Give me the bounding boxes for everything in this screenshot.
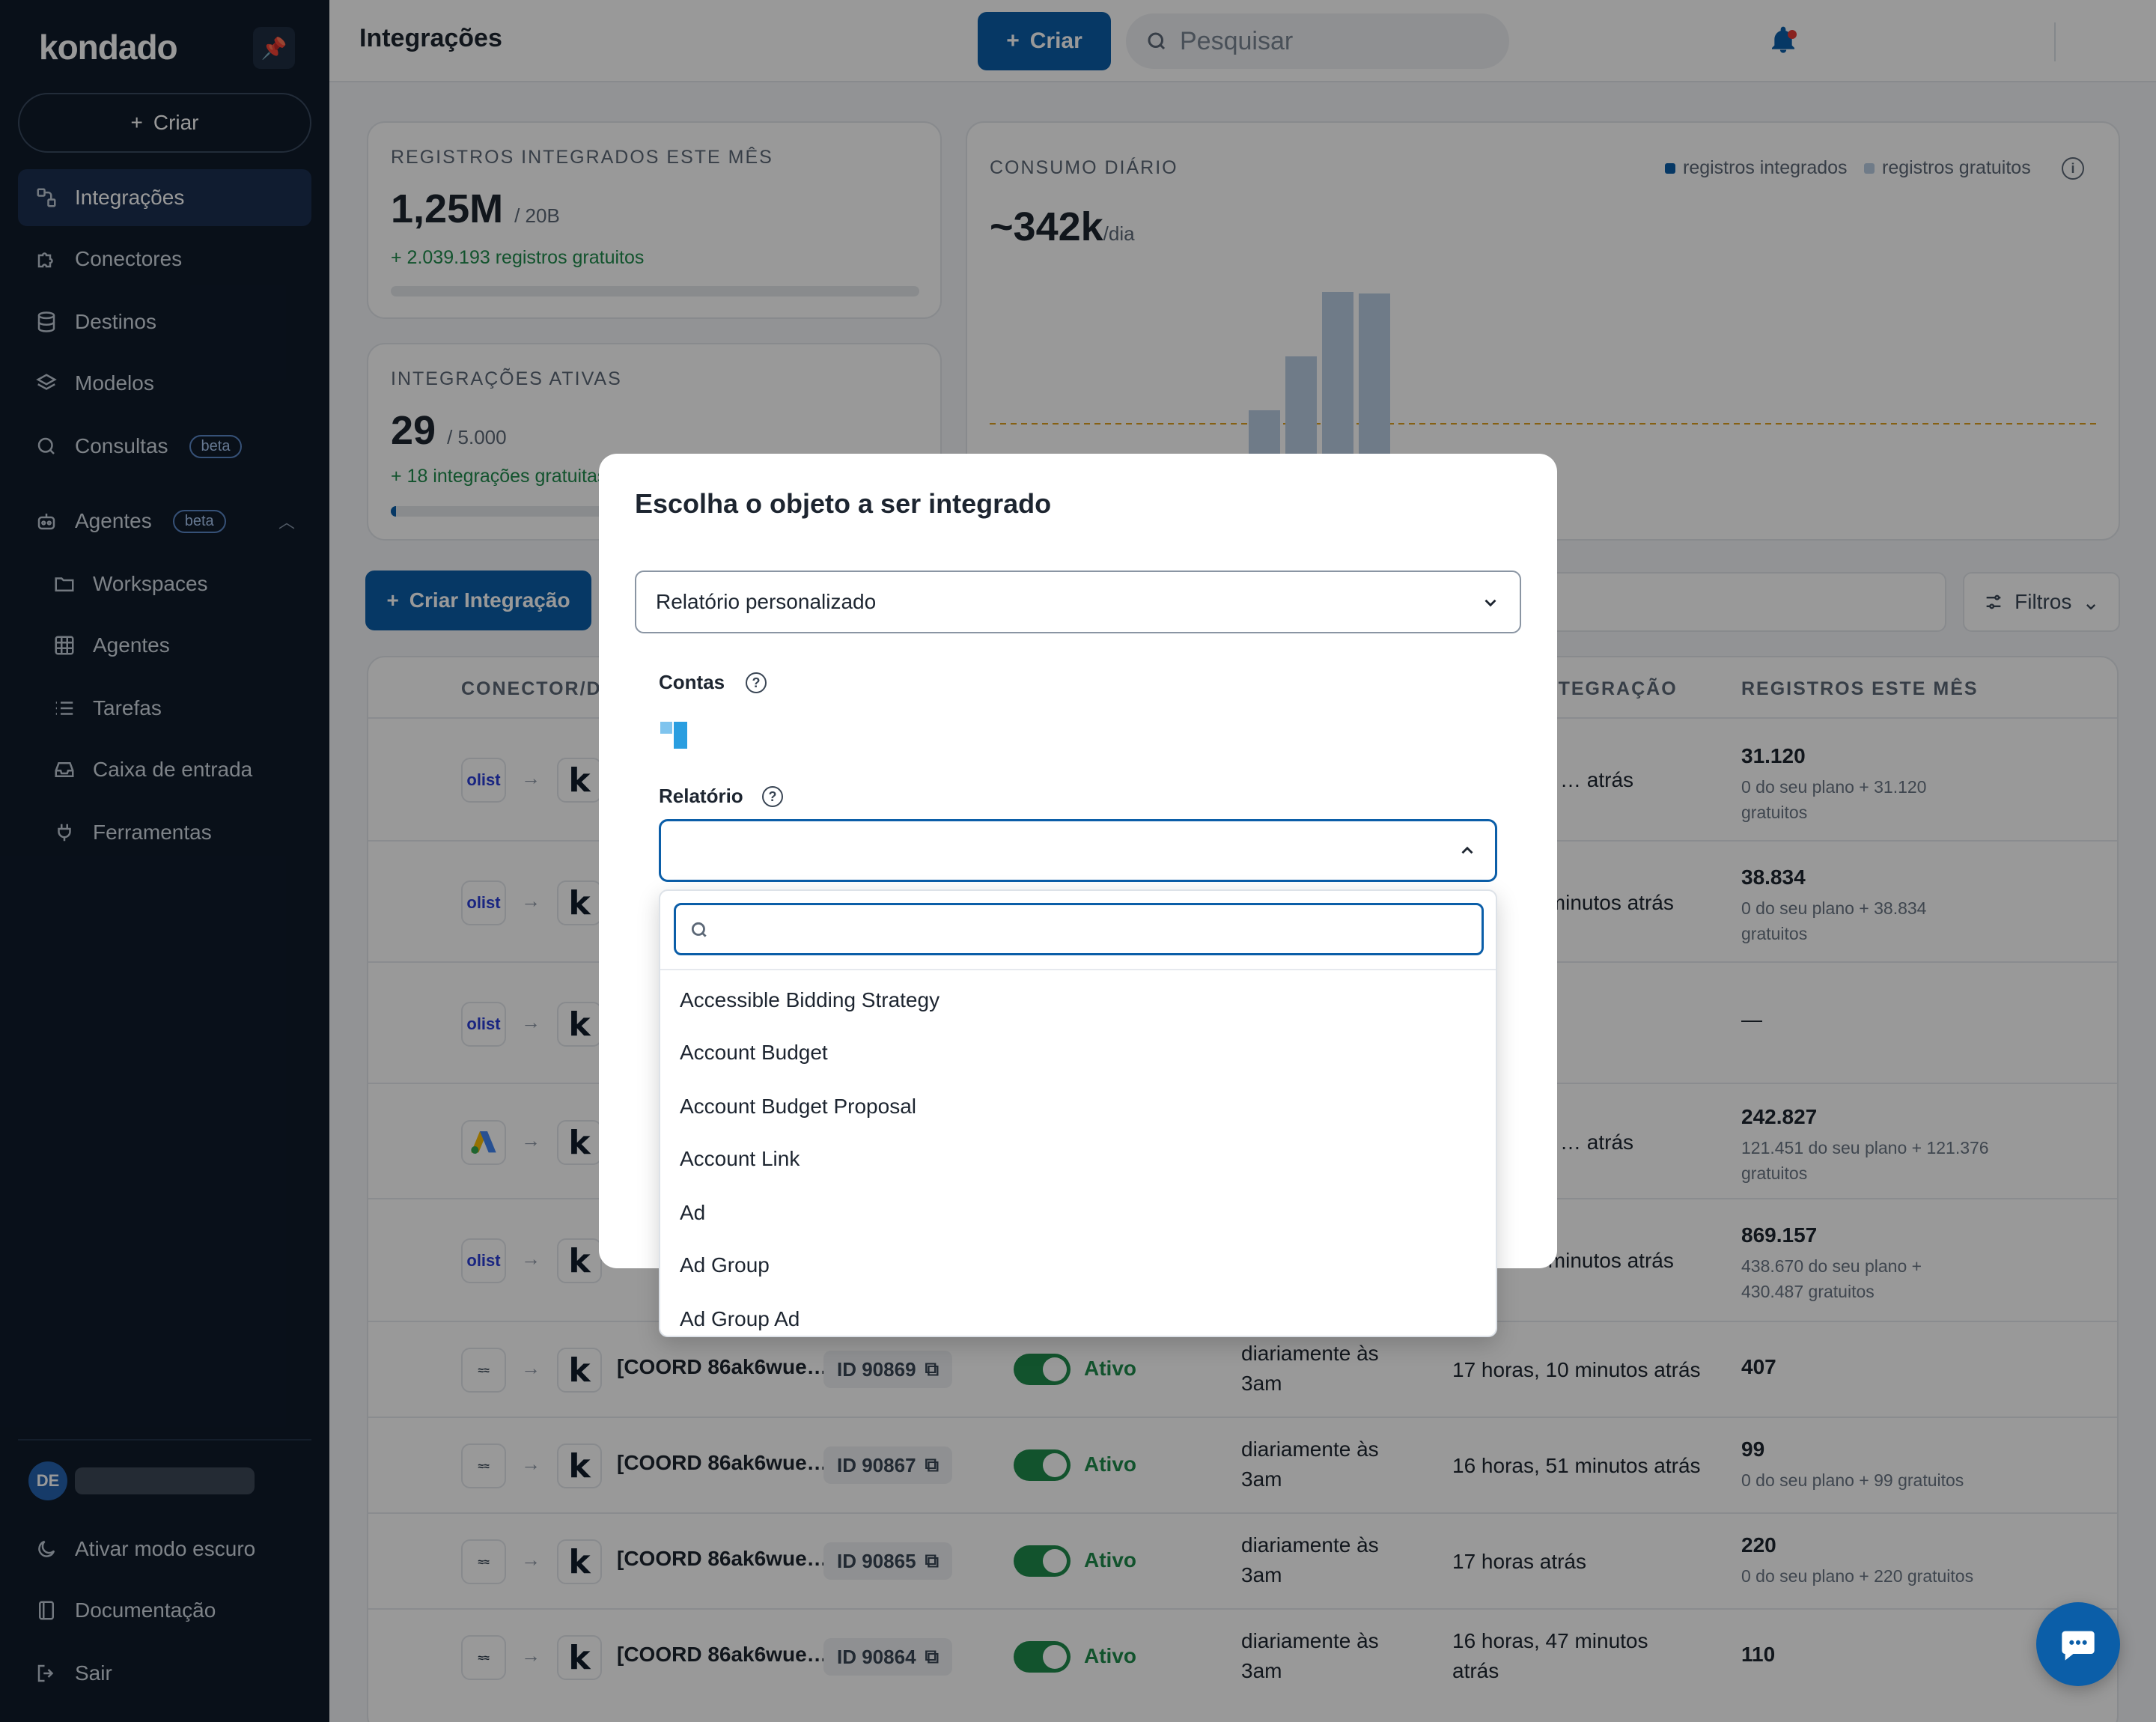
help-icon[interactable]: ? xyxy=(762,786,783,807)
chevron-up-icon xyxy=(1461,846,1473,854)
accounts-label: Contas xyxy=(659,671,725,693)
dropdown-divider xyxy=(660,969,1496,970)
chevron-down-icon xyxy=(1484,599,1496,607)
dropdown-search-input[interactable] xyxy=(674,903,1484,955)
report-dropdown: Accessible Bidding Strategy Account Budg… xyxy=(659,889,1497,1337)
account-logo-icon[interactable] xyxy=(660,722,687,749)
object-type-select[interactable]: Relatório personalizado xyxy=(635,571,1521,633)
help-icon[interactable]: ? xyxy=(746,672,767,693)
dropdown-option[interactable]: Ad Group xyxy=(680,1253,770,1277)
dropdown-option[interactable]: Ad Group Ad xyxy=(680,1307,800,1331)
dropdown-option[interactable]: Ad xyxy=(680,1201,705,1225)
chat-icon xyxy=(2062,1631,2095,1661)
dropdown-option[interactable]: Account Budget Proposal xyxy=(680,1095,916,1119)
chat-button[interactable] xyxy=(2036,1602,2120,1686)
report-select[interactable] xyxy=(659,819,1497,882)
object-type-value: Relatório personalizado xyxy=(656,590,877,613)
dropdown-option[interactable]: Account Link xyxy=(680,1147,800,1171)
search-icon xyxy=(691,922,707,937)
modal-title: Escolha o objeto a ser integrado xyxy=(635,488,1052,519)
dropdown-option[interactable]: Account Budget xyxy=(680,1041,828,1065)
dropdown-option[interactable]: Accessible Bidding Strategy xyxy=(680,988,940,1012)
report-label: Relatório xyxy=(659,785,743,807)
